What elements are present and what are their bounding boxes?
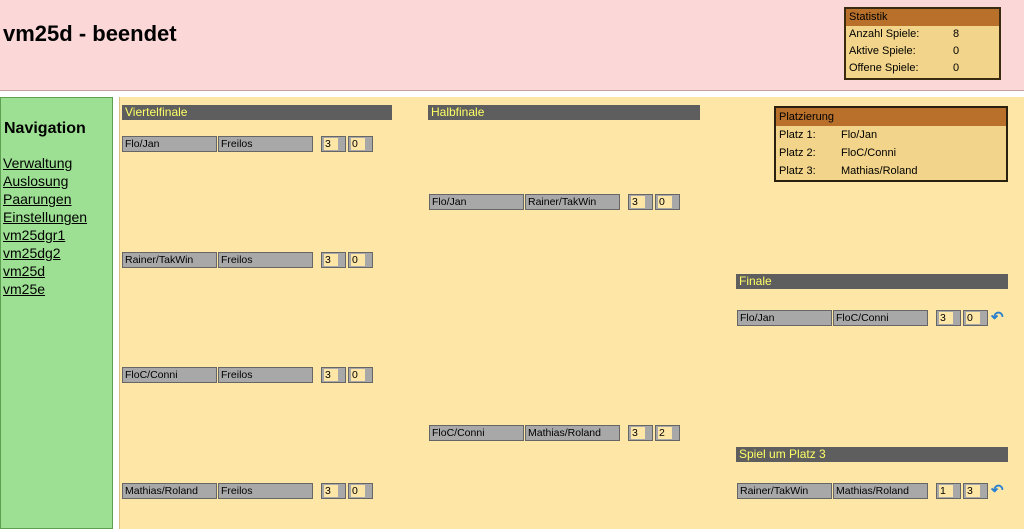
score-field[interactable]: 0 <box>963 310 988 326</box>
nav-link-vm25dg2[interactable]: vm25dg2 <box>3 244 87 262</box>
header: vm25d - beendet Statistik Anzahl Spiele:… <box>0 0 1024 91</box>
team-field: Flo/Jan <box>429 194 524 210</box>
score-field[interactable]: 0 <box>348 252 373 268</box>
score-value: 3 <box>324 369 338 381</box>
statistik-value: 8 <box>953 28 960 40</box>
statistik-box: Statistik Anzahl Spiele: 8 Aktive Spiele… <box>844 7 1001 80</box>
team-field: FloC/Conni <box>122 367 217 383</box>
platz-name: Mathias/Roland <box>841 165 918 177</box>
score-field[interactable]: 1 <box>936 483 961 499</box>
score-value: 0 <box>966 312 980 324</box>
statistik-row-offene: Offene Spiele: 0 <box>846 60 999 77</box>
team-field: Rainer/TakWin <box>122 252 217 268</box>
score-value: 1 <box>939 485 953 497</box>
nav-link-vm25d[interactable]: vm25d <box>3 262 87 280</box>
statistik-row-anzahl: Anzahl Spiele: 8 <box>846 26 999 43</box>
score-field[interactable]: 3 <box>321 483 346 499</box>
score-field[interactable]: 0 <box>655 194 680 210</box>
score-field[interactable]: 3 <box>321 252 346 268</box>
team-field: Mathias/Roland <box>833 483 928 499</box>
platzierung-title: Platzierung <box>776 108 1006 126</box>
score-value: 3 <box>324 254 338 266</box>
score-value: 3 <box>631 427 645 439</box>
platz-label: Platz 1: <box>779 129 816 141</box>
team-field: Freilos <box>218 252 313 268</box>
statistik-value: 0 <box>953 45 960 57</box>
team-field: Flo/Jan <box>122 136 217 152</box>
score-field[interactable]: 0 <box>348 136 373 152</box>
platzierung-row-1: Platz 1: Flo/Jan <box>776 126 1006 144</box>
statistik-row-aktive: Aktive Spiele: 0 <box>846 43 999 60</box>
score-value: 3 <box>631 196 645 208</box>
team-field: Mathias/Roland <box>122 483 217 499</box>
team-field: Freilos <box>218 367 313 383</box>
team-field: Freilos <box>218 136 313 152</box>
score-field[interactable]: 3 <box>936 310 961 326</box>
nav-link-verwaltung[interactable]: Verwaltung <box>3 154 87 172</box>
platzierung-box: Platzierung Platz 1: Flo/Jan Platz 2: Fl… <box>774 106 1008 182</box>
navigation-list: Verwaltung Auslosung Paarungen Einstellu… <box>3 154 87 298</box>
navigation-sidebar: Navigation Verwaltung Auslosung Paarunge… <box>0 97 113 529</box>
navigation-title: Navigation <box>4 120 86 137</box>
platz-name: FloC/Conni <box>841 147 897 159</box>
score-value: 0 <box>658 196 672 208</box>
undo-icon[interactable]: ↶ <box>991 310 1005 326</box>
nav-link-einstellungen[interactable]: Einstellungen <box>3 208 87 226</box>
score-value: 0 <box>351 138 365 150</box>
score-value: 0 <box>351 369 365 381</box>
team-field: Flo/Jan <box>737 310 832 326</box>
nav-link-auslosung[interactable]: Auslosung <box>3 172 87 190</box>
score-field[interactable]: 3 <box>321 367 346 383</box>
platz-label: Platz 2: <box>779 147 816 159</box>
team-field: FloC/Conni <box>429 425 524 441</box>
score-value: 3 <box>939 312 953 324</box>
team-field: Rainer/TakWin <box>525 194 620 210</box>
section-finale: Finale <box>736 274 1008 289</box>
team-field: Rainer/TakWin <box>737 483 832 499</box>
statistik-title: Statistik <box>846 9 999 26</box>
score-field[interactable]: 3 <box>628 425 653 441</box>
score-field[interactable]: 2 <box>655 425 680 441</box>
score-value: 3 <box>324 138 338 150</box>
nav-link-vm25e[interactable]: vm25e <box>3 280 87 298</box>
statistik-label: Offene Spiele: <box>849 62 919 74</box>
score-field[interactable]: 0 <box>348 483 373 499</box>
score-value: 0 <box>351 254 365 266</box>
score-value: 0 <box>351 485 365 497</box>
statistik-label: Aktive Spiele: <box>849 45 916 57</box>
page-title: vm25d - beendet <box>3 21 177 46</box>
score-field[interactable]: 3 <box>628 194 653 210</box>
platz-label: Platz 3: <box>779 165 816 177</box>
score-value: 2 <box>658 427 672 439</box>
platz-name: Flo/Jan <box>841 129 878 141</box>
team-field: FloC/Conni <box>833 310 928 326</box>
platzierung-row-2: Platz 2: FloC/Conni <box>776 144 1006 162</box>
section-halbfinale: Halbfinale <box>428 105 700 120</box>
score-field[interactable]: 3 <box>321 136 346 152</box>
score-value: 3 <box>966 485 980 497</box>
score-field[interactable]: 3 <box>963 483 988 499</box>
score-field[interactable]: 0 <box>348 367 373 383</box>
score-value: 3 <box>324 485 338 497</box>
statistik-value: 0 <box>953 62 960 74</box>
section-viertelfinale: Viertelfinale <box>122 105 392 120</box>
team-field: Freilos <box>218 483 313 499</box>
statistik-label: Anzahl Spiele: <box>849 28 920 40</box>
platzierung-row-3: Platz 3: Mathias/Roland <box>776 162 1006 180</box>
nav-link-vm25dgr1[interactable]: vm25dgr1 <box>3 226 87 244</box>
section-platz3: Spiel um Platz 3 <box>736 447 1008 462</box>
nav-link-paarungen[interactable]: Paarungen <box>3 190 87 208</box>
team-field: Mathias/Roland <box>525 425 620 441</box>
undo-icon[interactable]: ↶ <box>991 483 1005 499</box>
